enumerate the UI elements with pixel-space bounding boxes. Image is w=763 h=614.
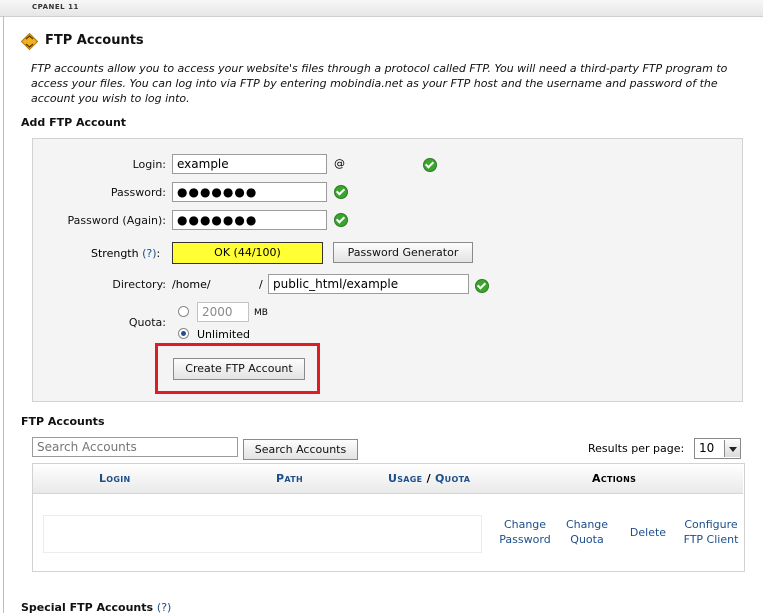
password-generator-button[interactable]: Password Generator bbox=[333, 242, 473, 263]
directory-prefix: /home/ bbox=[172, 278, 211, 291]
strength-label: Strength bbox=[91, 247, 139, 260]
change-quota-line1: Change bbox=[565, 518, 609, 531]
page-title: FTP Accounts bbox=[45, 33, 144, 48]
special-ftp-section-title: Special FTP Accounts (?) bbox=[21, 601, 171, 614]
configure-line2: FTP Client bbox=[683, 533, 739, 546]
results-per-page-value: 10 bbox=[699, 441, 715, 455]
add-ftp-form bbox=[32, 138, 743, 402]
unlimited-label: Unlimited bbox=[197, 328, 250, 341]
results-per-page-label: Results per page: bbox=[588, 442, 685, 455]
at-sign: @ bbox=[334, 157, 345, 170]
search-accounts-input[interactable] bbox=[32, 437, 238, 457]
chevron-down-icon[interactable] bbox=[724, 440, 740, 457]
strength-colon: : bbox=[156, 247, 161, 260]
col-sep: / bbox=[426, 472, 431, 485]
directory-input[interactable]: public_html/example bbox=[268, 274, 469, 294]
strength-label-group: Strength (?): bbox=[91, 247, 160, 260]
col-login[interactable]: Login bbox=[99, 472, 131, 485]
brand-logo: CPANEL 11 bbox=[32, 3, 79, 11]
change-password-link[interactable]: Change Password bbox=[492, 517, 558, 547]
col-quota[interactable]: Quota bbox=[435, 472, 470, 485]
directory-check-icon bbox=[475, 279, 489, 293]
col-usage[interactable]: Usage bbox=[388, 472, 422, 485]
password-label: Password: bbox=[110, 186, 166, 199]
password-again-input[interactable]: ●●●●●●● bbox=[172, 210, 327, 230]
login-check-icon bbox=[423, 158, 437, 172]
directory-label: Directory: bbox=[112, 278, 166, 291]
password-input[interactable]: ●●●●●●● bbox=[172, 182, 327, 202]
intro-text: FTP accounts allow you to access your we… bbox=[31, 62, 728, 105]
quota-limited-radio[interactable] bbox=[178, 306, 189, 317]
change-quota-link[interactable]: Change Quota bbox=[560, 517, 614, 547]
change-quota-line2: Quota bbox=[570, 533, 604, 546]
strength-meter: OK (44/100) bbox=[172, 242, 323, 264]
password-check-icon bbox=[334, 185, 348, 199]
quota-unlimited-radio[interactable] bbox=[178, 328, 189, 339]
password-again-check-icon bbox=[334, 213, 348, 227]
add-ftp-section-title: Add FTP Account bbox=[21, 116, 127, 129]
quota-unit: MB bbox=[254, 308, 268, 318]
ftp-accounts-section-title: FTP Accounts bbox=[21, 415, 105, 428]
password-again-label: Password (Again): bbox=[67, 214, 166, 227]
top-bar bbox=[0, 0, 763, 17]
quota-label: Quota: bbox=[128, 316, 166, 329]
login-input[interactable]: example bbox=[172, 154, 327, 174]
change-password-line2: Password bbox=[499, 533, 551, 546]
col-actions: Actions bbox=[592, 472, 637, 485]
col-usage-quota: Usage / Quota bbox=[388, 472, 470, 485]
special-ftp-title-text: Special FTP Accounts bbox=[21, 601, 154, 614]
search-accounts-button[interactable]: Search Accounts bbox=[243, 439, 358, 460]
login-label: Login: bbox=[132, 158, 166, 171]
ftp-icon bbox=[20, 32, 39, 51]
configure-ftp-client-link[interactable]: Configure FTP Client bbox=[678, 517, 744, 547]
create-ftp-account-button[interactable]: Create FTP Account bbox=[173, 358, 305, 380]
table-row bbox=[43, 515, 482, 553]
configure-line1: Configure bbox=[684, 518, 738, 531]
change-password-line1: Change bbox=[503, 518, 547, 531]
col-path[interactable]: Path bbox=[276, 472, 303, 485]
quota-input[interactable]: 2000 bbox=[197, 302, 249, 322]
left-rule bbox=[3, 16, 4, 613]
special-ftp-help-link[interactable]: (?) bbox=[157, 601, 171, 614]
directory-slash: / bbox=[259, 278, 263, 291]
delete-link[interactable]: Delete bbox=[624, 525, 672, 540]
strength-help-link[interactable]: (?) bbox=[142, 247, 156, 260]
